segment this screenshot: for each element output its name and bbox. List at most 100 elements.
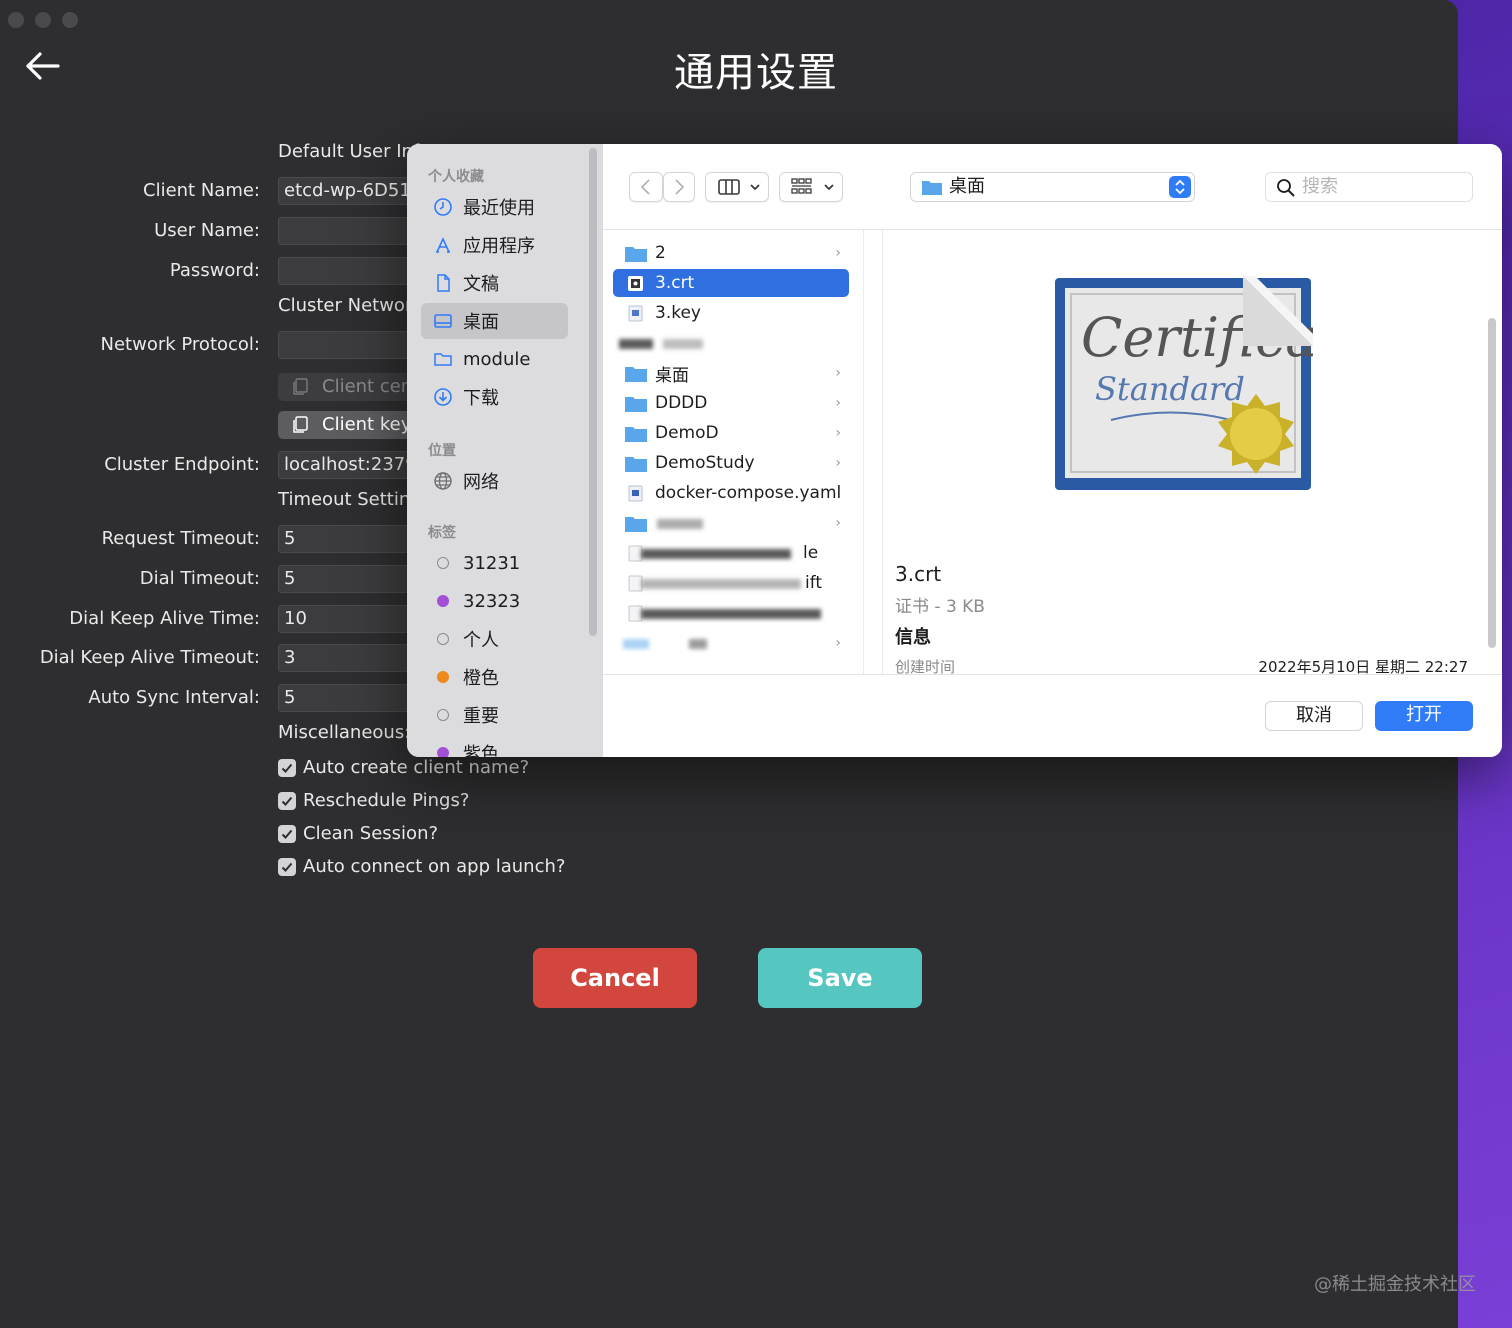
file-name-fragment: le bbox=[803, 543, 819, 563]
sidebar-item-downloads[interactable]: 下载 bbox=[421, 379, 568, 415]
sidebar-item-module[interactable]: module bbox=[421, 341, 568, 377]
sidebar-item-label: 应用程序 bbox=[463, 236, 535, 257]
folder-icon bbox=[625, 366, 647, 382]
sidebar-tag-31231[interactable]: 31231 bbox=[421, 545, 568, 581]
file-row-desktop[interactable]: 桌面 › bbox=[613, 359, 849, 387]
sidebar-tag-32323[interactable]: 32323 bbox=[421, 583, 568, 619]
file-row-redacted-ift[interactable]: ift bbox=[613, 569, 849, 597]
sidebar-tag-purple[interactable]: 紫色 bbox=[421, 735, 568, 757]
sidebar-tag-orange[interactable]: 橙色 bbox=[421, 659, 568, 695]
page-title: 通用设置 bbox=[674, 50, 838, 96]
sidebar-item-label: 32323 bbox=[463, 590, 521, 612]
search-input[interactable]: 搜索 bbox=[1265, 172, 1473, 202]
chevron-right-icon: › bbox=[835, 455, 841, 471]
clock-icon bbox=[434, 198, 452, 216]
checkbox-label: Reschedule Pings? bbox=[303, 790, 470, 811]
sidebar-item-label: 网络 bbox=[463, 472, 499, 493]
file-name: DemoD bbox=[655, 423, 719, 443]
column-resizer[interactable] bbox=[863, 230, 883, 675]
auto-create-client-name-checkbox[interactable]: Auto create client name? bbox=[278, 757, 529, 778]
auto-connect-checkbox[interactable]: Auto connect on app launch? bbox=[278, 856, 565, 877]
sidebar-item-label: 桌面 bbox=[463, 312, 499, 333]
chevron-left-icon bbox=[640, 179, 650, 195]
dialog-sidebar: 个人收藏 最近使用 应用程序 文稿 桌面 module 下载 位置 网络 标签 … bbox=[407, 144, 603, 757]
chevron-right-icon: › bbox=[835, 245, 841, 261]
chevron-right-icon: › bbox=[835, 365, 841, 381]
client-cert-label: Client cert bbox=[322, 376, 416, 397]
folder-icon bbox=[625, 396, 647, 412]
zoom-window-button[interactable] bbox=[62, 12, 78, 28]
file-row-3crt[interactable]: 3.crt bbox=[613, 269, 849, 297]
file-row-demod[interactable]: DemoD › bbox=[613, 419, 849, 447]
redacted-blur bbox=[641, 609, 821, 619]
file-row-demostudy[interactable]: DemoStudy › bbox=[613, 449, 849, 477]
document-copy-icon bbox=[293, 378, 308, 395]
file-row-redacted[interactable]: › bbox=[613, 509, 849, 537]
chevron-right-icon: › bbox=[835, 515, 841, 531]
tag-orange-dot-icon bbox=[437, 671, 449, 683]
certificate-file-icon bbox=[628, 275, 643, 291]
redacted-blur bbox=[619, 339, 653, 349]
section-timeout-settings: Timeout Setting bbox=[278, 489, 422, 510]
sidebar-item-label: 重要 bbox=[463, 706, 499, 727]
key-file-icon bbox=[628, 305, 643, 321]
location-popup[interactable]: 桌面 bbox=[910, 172, 1195, 202]
sidebar-item-desktop[interactable]: 桌面 bbox=[421, 303, 568, 339]
sidebar-tag-important[interactable]: 重要 bbox=[421, 697, 568, 733]
sidebar-item-network[interactable]: 网络 bbox=[421, 463, 568, 499]
sidebar-item-label: 个人 bbox=[463, 630, 499, 651]
download-icon bbox=[434, 388, 452, 406]
back-nav-button[interactable] bbox=[629, 172, 663, 202]
checkbox-label: Auto connect on app launch? bbox=[303, 856, 566, 877]
preview-scrollbar[interactable] bbox=[1488, 318, 1496, 648]
tag-empty-dot-icon bbox=[437, 633, 449, 645]
save-button[interactable]: Save bbox=[758, 948, 922, 1008]
folder-icon bbox=[434, 353, 452, 366]
redacted-blur bbox=[641, 549, 791, 559]
file-row-redacted[interactable] bbox=[613, 599, 849, 627]
favorites-header: 个人收藏 bbox=[428, 169, 484, 185]
sidebar-item-applications[interactable]: 应用程序 bbox=[421, 227, 568, 263]
file-row-redacted-le[interactable]: le bbox=[613, 539, 849, 567]
client-key-label: Client key bbox=[322, 414, 412, 435]
sidebar-item-label: module bbox=[463, 348, 531, 370]
forward-nav-button[interactable] bbox=[663, 172, 695, 202]
sidebar-tag-personal[interactable]: 个人 bbox=[421, 621, 568, 657]
search-placeholder: 搜索 bbox=[1302, 176, 1338, 197]
cancel-button[interactable]: Cancel bbox=[533, 948, 697, 1008]
search-icon bbox=[1277, 179, 1295, 197]
view-mode-button[interactable] bbox=[705, 172, 769, 202]
close-window-button[interactable] bbox=[8, 12, 24, 28]
clean-session-checkbox[interactable]: Clean Session? bbox=[278, 823, 438, 844]
sidebar-item-label: 下载 bbox=[463, 388, 499, 409]
sidebar-scrollbar[interactable] bbox=[589, 148, 597, 636]
file-row-docker-compose[interactable]: docker-compose.yaml bbox=[613, 479, 849, 507]
user-name-label: User Name: bbox=[154, 220, 260, 241]
certificate-preview-icon: Certificate Standard bbox=[1055, 276, 1313, 490]
grid-view-icon bbox=[791, 178, 834, 194]
sidebar-item-label: 31231 bbox=[463, 552, 521, 574]
folder-icon bbox=[625, 456, 647, 472]
file-row-2[interactable]: 2 › bbox=[613, 239, 849, 267]
checkbox-checked-icon bbox=[278, 824, 296, 843]
dial-timeout-label: Dial Timeout: bbox=[139, 568, 260, 589]
reschedule-pings-checkbox[interactable]: Reschedule Pings? bbox=[278, 790, 469, 811]
group-by-button[interactable] bbox=[779, 172, 843, 202]
preview-file-meta: 证书 - 3 KB bbox=[895, 597, 985, 617]
section-miscellaneous: Miscellaneous: bbox=[278, 722, 411, 743]
minimize-window-button[interactable] bbox=[35, 12, 51, 28]
yaml-file-icon bbox=[628, 485, 643, 501]
file-row-3key[interactable]: 3.key bbox=[613, 299, 849, 327]
file-name: 2 bbox=[655, 243, 666, 263]
sidebar-item-documents[interactable]: 文稿 bbox=[421, 265, 568, 301]
file-row-dddd[interactable]: DDDD › bbox=[613, 389, 849, 417]
dialog-open-button[interactable]: 打开 bbox=[1375, 701, 1473, 731]
desktop-icon bbox=[434, 314, 452, 328]
file-open-dialog: 个人收藏 最近使用 应用程序 文稿 桌面 module 下载 位置 网络 标签 … bbox=[407, 144, 1502, 757]
file-row-redacted[interactable]: › bbox=[613, 629, 849, 657]
sidebar-item-recents[interactable]: 最近使用 bbox=[421, 189, 568, 225]
locations-header: 位置 bbox=[428, 443, 456, 459]
file-row-redacted[interactable] bbox=[613, 329, 849, 357]
dialog-cancel-button[interactable]: 取消 bbox=[1265, 701, 1363, 731]
window-controls bbox=[8, 12, 78, 28]
